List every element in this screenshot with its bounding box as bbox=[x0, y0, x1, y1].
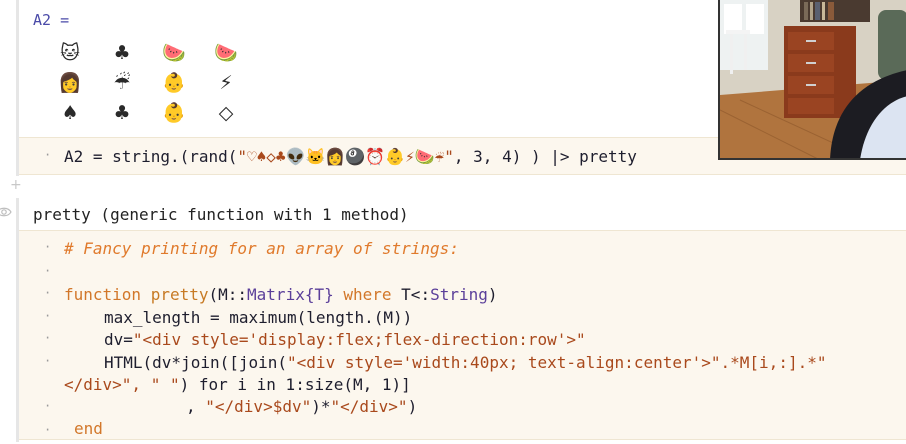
webcam-video-overlay bbox=[718, 0, 906, 160]
code-token: )* bbox=[311, 397, 331, 416]
code-token: , bbox=[186, 397, 206, 416]
grid-cell: 🐱 bbox=[60, 41, 80, 64]
grid-cell: ♣ bbox=[113, 41, 131, 64]
keyword: function bbox=[64, 285, 142, 304]
type-token: Matrix{T} bbox=[247, 285, 334, 304]
line-gutter-dot: · bbox=[44, 423, 52, 437]
code-token: , 3, 4) ) |> pretty bbox=[453, 147, 637, 166]
string-literal: "</div>" bbox=[330, 397, 408, 416]
function-name: pretty bbox=[150, 285, 209, 304]
grid-cell: ⚡ bbox=[219, 71, 233, 94]
code-line[interactable]: HTML(dv*join([join("<div style='width:40… bbox=[104, 353, 826, 372]
code-token: ) bbox=[407, 397, 418, 416]
code-comment[interactable]: # Fancy printing for an array of strings… bbox=[64, 239, 459, 258]
string-literal: .*M[i,:].*" bbox=[720, 353, 827, 372]
grid-cell: ♠ bbox=[61, 101, 79, 124]
add-cell-button[interactable]: + bbox=[10, 177, 22, 193]
code-token: A2 = string.(rand( bbox=[64, 147, 238, 166]
grid-cell: 👶 bbox=[162, 71, 186, 94]
line-gutter-dot: · bbox=[44, 354, 52, 368]
grid-cell: ♣ bbox=[113, 101, 131, 124]
code-line[interactable]: function pretty(M::Matrix{T} where T<:St… bbox=[64, 285, 498, 304]
keyword-end[interactable]: end bbox=[74, 419, 103, 438]
webcam-scene bbox=[720, 0, 906, 158]
code-token: HTML(dv*join([join( bbox=[104, 353, 288, 372]
code-token: (M:: bbox=[208, 285, 248, 304]
grid-cell: 🍉 bbox=[162, 41, 186, 64]
line-gutter-dot: · bbox=[44, 331, 52, 345]
line-gutter-dot: · bbox=[44, 148, 52, 162]
grid-cell: ☔ bbox=[113, 71, 131, 94]
grid-cell: 👩 bbox=[58, 71, 82, 94]
line-gutter-dot: · bbox=[44, 309, 52, 323]
code-token: ) bbox=[487, 285, 498, 304]
code-line[interactable]: A2 = string.(rand("♡♠◇♣👽🐱👩🎱⏰👶⚡🍉☔", 3, 4)… bbox=[64, 147, 637, 166]
string-literal: "<div style='display:flex;flex-direction… bbox=[132, 330, 586, 349]
code-line[interactable]: dv="<div style='display:flex;flex-direct… bbox=[104, 330, 586, 349]
emoji-grid: 🐱 ♣ 🍉 🍉 👩 ☔ 👶 ⚡ ♠ ♣ 👶 ◇ bbox=[44, 38, 252, 128]
line-gutter-dot: · bbox=[44, 240, 52, 254]
line-gutter-dot: · bbox=[44, 286, 52, 300]
code-token: ) for i in 1:size(M, 1)] bbox=[179, 375, 411, 394]
code-line-wrap[interactable]: </div>", " ") for i in 1:size(M, 1)] bbox=[64, 375, 411, 394]
grid-cell: 🍉 bbox=[214, 41, 238, 64]
grid-cell: 👶 bbox=[162, 101, 186, 124]
type-token: String bbox=[430, 285, 488, 304]
line-gutter-dot: · bbox=[44, 399, 52, 413]
string-literal: </div>", " " bbox=[64, 375, 180, 394]
grid-cell: ◇ bbox=[218, 101, 234, 124]
code-token: T<: bbox=[401, 285, 431, 304]
code-line[interactable]: max_length = maximum(length.(M)) bbox=[104, 308, 412, 327]
code-token: max_length = maximum(length.(M)) bbox=[104, 308, 413, 327]
string-literal: "</div>$dv" bbox=[205, 397, 312, 416]
code-token: dv= bbox=[104, 330, 133, 349]
output-variable-label: A2 = bbox=[33, 11, 70, 29]
line-gutter-dot: · bbox=[44, 264, 52, 278]
string-literal: "♡♠◇♣👽🐱👩🎱⏰👶⚡🍉☔" bbox=[237, 147, 454, 166]
keyword: where bbox=[333, 285, 402, 304]
eye-icon[interactable] bbox=[0, 204, 12, 220]
string-literal: "<div style='width:40px; text-align:cent… bbox=[287, 353, 721, 372]
code-line[interactable]: , "</div>$dv")*"</div>") bbox=[186, 397, 417, 416]
cell2-output-text: pretty (generic function with 1 method) bbox=[33, 205, 409, 224]
